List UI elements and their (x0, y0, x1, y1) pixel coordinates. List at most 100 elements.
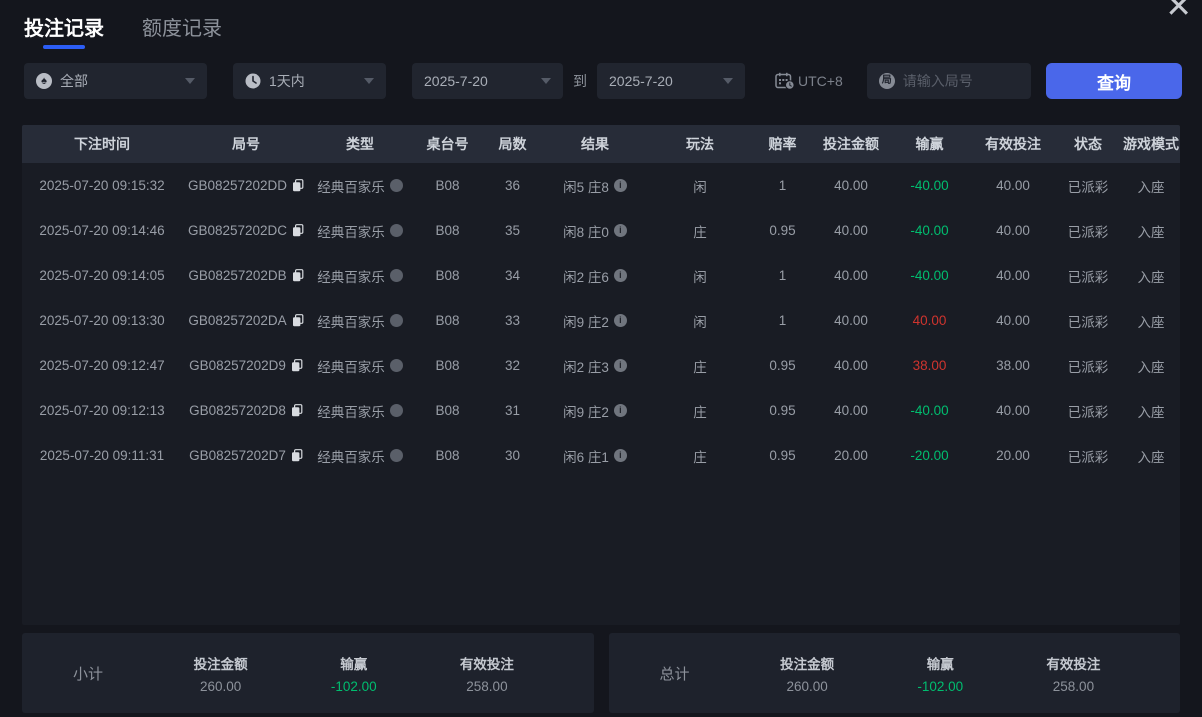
table-number: B08 (435, 403, 460, 418)
column-header: 局号 (232, 136, 260, 152)
game-type: 经典百家乐 (310, 163, 410, 208)
total-label: 总计 (659, 665, 690, 683)
win-loss: 40.00 (912, 313, 947, 328)
column-header: 游戏模式 (1123, 136, 1179, 152)
info-icon[interactable]: i (613, 404, 627, 417)
tab-betting-records[interactable]: 投注记录 (24, 12, 104, 53)
total-panel: 总计 投注金额 260.00 输赢 -102.00 有效投注 258.00 (608, 633, 1180, 713)
table-number: B08 (435, 448, 460, 463)
round-number: 32 (504, 358, 521, 373)
bet-time: 2025-07-20 09:12:47 (39, 358, 165, 373)
game-mode: 入座 (1137, 359, 1165, 375)
subtotal-bet-amount: 投注金额 260.00 (193, 656, 248, 694)
table-header: 下注时间 局号 类型 桌台号 局数 结果 玩法 赔率 投注金额 输赢 有效投注 状态 游戏模式 (22, 125, 1180, 163)
copy-icon[interactable] (291, 449, 303, 462)
valid-bet: 40.00 (996, 268, 1030, 283)
bet-amount: 40.00 (834, 268, 868, 283)
copy-icon[interactable] (292, 224, 304, 237)
replay-icon[interactable] (389, 269, 403, 282)
bet-time: 2025-07-20 09:11:31 (39, 448, 165, 463)
info-icon[interactable]: i (613, 224, 627, 237)
game-number: GB08257202D8 (182, 388, 310, 433)
result: 闲8 庄0 i (540, 208, 650, 253)
info-icon[interactable]: i (613, 359, 627, 372)
game-type-value: 全部 (60, 73, 88, 89)
copy-icon[interactable] (292, 269, 304, 282)
game-mode: 入座 (1137, 179, 1165, 195)
win-loss: -40.00 (910, 268, 949, 283)
info-icon[interactable]: i (613, 179, 627, 192)
game-mode: 入座 (1137, 449, 1165, 465)
play-type: 庄 (693, 449, 707, 465)
odds: 1 (778, 313, 787, 328)
column-header: 桌台号 (426, 136, 469, 152)
table-number: B08 (435, 313, 460, 328)
game-number-input[interactable] (902, 73, 1019, 89)
valid-bet: 40.00 (996, 223, 1030, 238)
valid-bet: 38.00 (996, 358, 1030, 373)
column-header: 输赢 (915, 136, 944, 152)
win-loss: 38.00 (912, 358, 947, 373)
tab-betting-records-label: 投注记录 (24, 18, 104, 40)
replay-icon[interactable] (389, 449, 403, 462)
bet-time: 2025-07-20 09:15:32 (39, 178, 165, 193)
query-button[interactable]: 查询 (1046, 63, 1182, 99)
replay-icon[interactable] (389, 359, 403, 372)
copy-icon[interactable] (291, 359, 303, 372)
result: 闲2 庄6 i (540, 253, 650, 298)
game-type: 经典百家乐 (310, 388, 410, 433)
result: 闲2 庄3 i (540, 343, 650, 388)
copy-icon[interactable] (292, 314, 304, 327)
win-loss: -40.00 (910, 223, 949, 238)
replay-icon[interactable] (389, 224, 403, 237)
game-mode: 入座 (1137, 404, 1165, 420)
game-type: 经典百家乐 (310, 298, 410, 343)
time-range-value: 1天内 (269, 73, 305, 89)
replay-icon[interactable] (389, 404, 403, 417)
chevron-down-icon (185, 78, 195, 84)
replay-icon[interactable] (389, 314, 403, 327)
date-from-select[interactable]: 2025-7-20 (412, 63, 563, 99)
table-number: B08 (435, 268, 460, 283)
copy-icon[interactable] (291, 404, 303, 417)
odds: 1 (778, 178, 787, 193)
tab-bar: 投注记录 额度记录 (0, 0, 1202, 53)
info-icon[interactable]: i (613, 449, 627, 462)
replay-icon[interactable] (389, 179, 403, 192)
odds: 0.95 (769, 358, 796, 373)
date-to-value: 2025-7-20 (609, 73, 673, 89)
tab-quota-records-label: 额度记录 (142, 18, 222, 40)
chevron-down-icon (541, 78, 551, 84)
bet-time: 2025-07-20 09:13:30 (39, 313, 165, 328)
tab-quota-records[interactable]: 额度记录 (142, 12, 222, 53)
game-type-select[interactable]: ♠ 全部 (24, 63, 207, 99)
subtotal-panel: 小计 投注金额 260.00 输赢 -102.00 有效投注 258.00 (22, 633, 594, 713)
round-number: 30 (504, 448, 521, 463)
status: 已派彩 (1067, 269, 1109, 285)
valid-bet: 40.00 (996, 313, 1030, 328)
game-number: GB08257202DD (182, 163, 310, 208)
subtotal-valid-bet: 有效投注 258.00 (459, 656, 514, 694)
column-header: 投注金额 (823, 136, 879, 152)
close-icon[interactable]: ✕ (1165, 0, 1192, 22)
play-type: 庄 (693, 359, 707, 375)
time-range-select[interactable]: 1天内 (233, 63, 386, 99)
table-number: B08 (435, 358, 460, 373)
table-row: 2025-07-20 09:14:46 GB08257202DC 经典百家乐 B08 3… (22, 208, 1180, 253)
table-number: B08 (435, 178, 460, 193)
table-number: B08 (435, 223, 460, 238)
game-number-search[interactable]: 局 (866, 63, 1031, 99)
info-icon[interactable]: i (613, 314, 627, 327)
active-tab-underline (43, 45, 85, 49)
round-number: 36 (504, 178, 521, 193)
win-loss: -40.00 (910, 403, 949, 418)
copy-icon[interactable] (292, 179, 304, 192)
bet-time: 2025-07-20 09:14:46 (39, 223, 165, 238)
column-header: 结果 (581, 136, 609, 152)
info-icon[interactable]: i (613, 269, 627, 282)
bet-amount: 40.00 (834, 313, 868, 328)
date-to-select[interactable]: 2025-7-20 (597, 63, 745, 99)
summary-bar: 小计 投注金额 260.00 输赢 -102.00 有效投注 258.00 总计… (22, 633, 1180, 713)
game-number-icon: 局 (878, 73, 895, 89)
bet-time: 2025-07-20 09:14:05 (39, 268, 165, 283)
